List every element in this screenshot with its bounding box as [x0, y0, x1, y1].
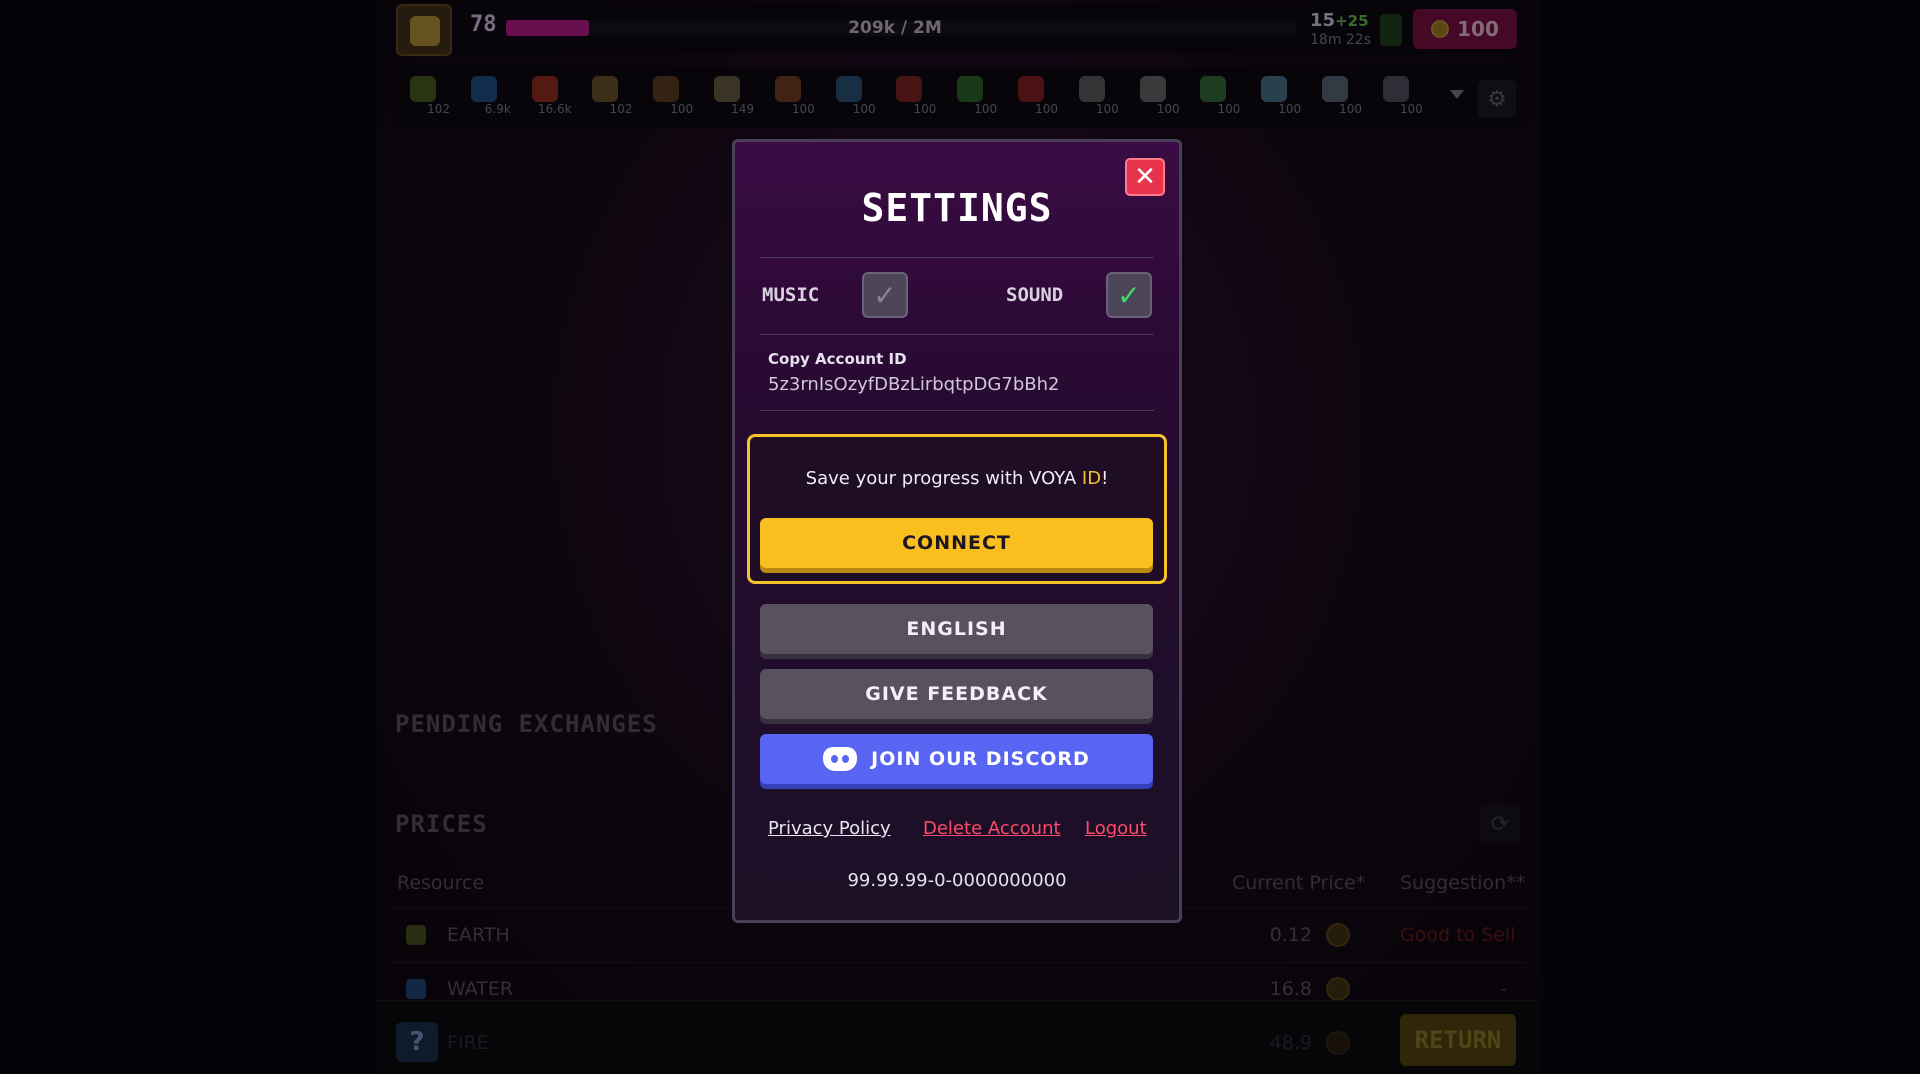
give-feedback-button[interactable]: GIVE FEEDBACK: [760, 669, 1153, 719]
sound-label: SOUND: [1006, 284, 1064, 306]
music-label: MUSIC: [762, 284, 820, 306]
delete-account-link[interactable]: Delete Account: [923, 818, 1061, 839]
divider: [760, 257, 1154, 258]
copy-account-id-label[interactable]: Copy Account ID: [768, 350, 907, 368]
voya-id-highlight: ID: [1081, 468, 1102, 489]
music-checkbox[interactable]: ✓: [862, 272, 908, 318]
version-text: 99.99.99-0-0000000000: [847, 870, 1067, 891]
voya-message-suffix: !: [1101, 468, 1109, 489]
check-icon: ✓: [873, 278, 897, 312]
discord-icon: [823, 747, 858, 771]
join-discord-button[interactable]: JOIN OUR DISCORD: [760, 734, 1153, 784]
voya-message-text: Save your progress with VOYA: [805, 468, 1082, 489]
account-id[interactable]: 5z3rnIsOzyfDBzLirbqtpDG7bBh2: [768, 374, 1059, 395]
modal-title: SETTINGS: [861, 186, 1053, 230]
join-discord-label: JOIN OUR DISCORD: [871, 748, 1090, 770]
voya-message: Save your progress with VOYA ID!: [747, 468, 1167, 489]
divider: [760, 334, 1154, 335]
connect-button[interactable]: CONNECT: [760, 518, 1153, 568]
language-button[interactable]: ENGLISH: [760, 604, 1153, 654]
check-icon: ✓: [1117, 278, 1141, 312]
divider: [760, 410, 1154, 411]
logout-link[interactable]: Logout: [1085, 818, 1147, 839]
privacy-policy-link[interactable]: Privacy Policy: [768, 818, 891, 839]
sound-checkbox[interactable]: ✓: [1106, 272, 1152, 318]
